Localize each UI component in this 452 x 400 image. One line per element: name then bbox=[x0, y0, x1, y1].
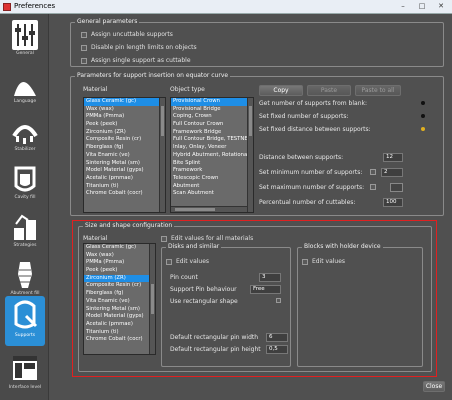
option-uncuttable-label: Assign uncuttable supports bbox=[91, 31, 173, 38]
object-type-item[interactable]: Scan Abutment bbox=[171, 190, 253, 198]
copy-button[interactable]: Copy bbox=[259, 85, 303, 96]
object-type-item[interactable]: Abutment bbox=[171, 183, 253, 191]
abutment-fill-icon bbox=[18, 262, 32, 288]
radio-from-blank[interactable] bbox=[421, 101, 425, 105]
equator-material-item[interactable]: Fiberglass (fg) bbox=[84, 144, 165, 152]
max-supports-label: Set maximum number of supports: bbox=[259, 184, 365, 191]
sidebar-item-strategies[interactable]: Strategies bbox=[5, 210, 45, 256]
sidebar-label-language: Language bbox=[13, 99, 37, 104]
equator-material-item[interactable]: Acetalic (pmmae) bbox=[84, 175, 165, 183]
object-type-item[interactable]: Bite Splint bbox=[171, 160, 253, 168]
paste-button[interactable]: Paste bbox=[307, 85, 351, 96]
equator-material-item[interactable]: Titanium (ti) bbox=[84, 183, 165, 191]
object-type-item[interactable]: Hybrid Abutment, Rotational bbox=[171, 152, 253, 160]
paste-to-all-button[interactable]: Paste to all bbox=[355, 85, 401, 96]
option-single-cuttable[interactable]: Assign single support as cuttable bbox=[81, 57, 191, 64]
sidebar-item-stabilizer[interactable]: Stabilizer bbox=[5, 114, 45, 160]
checkbox-disable-pin-length[interactable] bbox=[81, 44, 87, 51]
sliders-icon bbox=[12, 20, 38, 50]
supports-icon bbox=[14, 300, 38, 329]
option-disable-pin-length[interactable]: Disable pin length limits on objects bbox=[81, 44, 197, 51]
equator-material-item[interactable]: Vita Enamic (ve) bbox=[84, 152, 165, 160]
equator-material-label: Material bbox=[83, 86, 108, 93]
sidebar-item-interface-level[interactable]: Interface level bbox=[5, 352, 45, 398]
option-single-cuttable-label: Assign single support as cuttable bbox=[91, 57, 191, 64]
max-supports-input[interactable] bbox=[390, 183, 403, 192]
close-button[interactable]: Close bbox=[423, 381, 445, 392]
title-bar: Preferences – □ ✕ bbox=[0, 0, 452, 14]
checkbox-uncuttable[interactable] bbox=[81, 31, 87, 38]
close-window-button[interactable]: ✕ bbox=[433, 1, 449, 12]
equator-material-item[interactable]: Model Material (gyps) bbox=[84, 167, 165, 175]
option-disable-pin-length-label: Disable pin length limits on objects bbox=[91, 44, 197, 51]
general-parameters-title: General parameters bbox=[75, 18, 140, 25]
equator-material-item[interactable]: Composite Resin (cr) bbox=[84, 136, 165, 144]
object-type-item[interactable]: Coping, Crown bbox=[171, 113, 253, 121]
object-type-item[interactable]: Framework bbox=[171, 167, 253, 175]
percent-cuttables-label: Percentual number of cuttables: bbox=[259, 199, 356, 206]
option-uncuttable-supports[interactable]: Assign uncuttable supports bbox=[81, 31, 173, 38]
object-type-item[interactable]: Provisional Bridge bbox=[171, 106, 253, 114]
sidebar-item-cavity-fill[interactable]: Cavity fill bbox=[5, 162, 45, 208]
equator-parameters-title: Parameters for support insertion on equa… bbox=[75, 72, 231, 79]
strategies-icon bbox=[14, 214, 36, 240]
min-supports-input[interactable]: 2 bbox=[381, 168, 403, 177]
opt-fixed-distance-label: Set fixed distance between supports: bbox=[259, 126, 371, 133]
equator-material-item[interactable]: Peek (peek) bbox=[84, 121, 165, 129]
radio-fixed-number[interactable] bbox=[421, 114, 425, 118]
maximize-button[interactable]: □ bbox=[414, 1, 430, 12]
window-title: Preferences bbox=[14, 2, 56, 10]
sidebar-item-language[interactable]: Language bbox=[5, 66, 45, 112]
object-type-item[interactable]: Telescopic Crown bbox=[171, 175, 253, 183]
equator-material-item[interactable]: Sintering Metal (sm) bbox=[84, 160, 165, 168]
object-type-item[interactable]: Provisional Crown bbox=[171, 98, 253, 106]
sidebar: General Language Stabilizer Cavity fill … bbox=[0, 14, 49, 400]
equator-material-item[interactable]: Wax (wax) bbox=[84, 106, 165, 114]
equator-material-item[interactable]: Zirconium (ZR) bbox=[84, 129, 165, 137]
checkbox-single-cuttable[interactable] bbox=[81, 57, 87, 64]
object-type-scrollbar[interactable] bbox=[247, 98, 253, 212]
cavity-fill-icon bbox=[14, 166, 36, 192]
sidebar-label-supports: Supports bbox=[14, 333, 36, 338]
sidebar-label-general: General bbox=[16, 51, 34, 56]
interface-level-icon bbox=[13, 356, 37, 380]
equator-material-item[interactable]: PMMa (Pmma) bbox=[84, 113, 165, 121]
language-icon bbox=[14, 82, 36, 96]
opt-fixed-number-label: Set fixed number of supports: bbox=[259, 113, 349, 120]
highlight-box bbox=[72, 220, 437, 377]
radio-fixed-distance[interactable] bbox=[421, 127, 425, 131]
general-parameters-group: General parameters Assign uncuttable sup… bbox=[70, 18, 444, 67]
app-icon bbox=[3, 3, 11, 11]
min-supports-label: Set minimum number of supports: bbox=[259, 169, 363, 176]
object-type-item[interactable]: Full Contour Crown bbox=[171, 121, 253, 129]
sidebar-label-cavity-fill: Cavity fill bbox=[14, 195, 36, 200]
object-type-item[interactable]: Framework Bridge bbox=[171, 129, 253, 137]
distance-input[interactable]: 12 bbox=[383, 153, 403, 162]
sidebar-label-interface-level: Interface level bbox=[8, 385, 42, 390]
minimize-button[interactable]: – bbox=[395, 1, 411, 12]
stabilizer-icon bbox=[12, 125, 38, 144]
checkbox-min-supports[interactable] bbox=[370, 169, 376, 175]
distance-label: Distance between supports: bbox=[259, 154, 344, 161]
sidebar-item-supports[interactable]: Supports bbox=[5, 296, 45, 346]
sidebar-label-strategies: Strategies bbox=[13, 243, 37, 248]
sidebar-label-stabilizer: Stabilizer bbox=[14, 147, 36, 152]
object-type-item[interactable]: Full Contour Bridge, TESTNEW bbox=[171, 136, 253, 144]
opt-from-blank-label: Get number of supports from blank: bbox=[259, 100, 368, 107]
object-type-list[interactable]: Provisional Crown Provisional Bridge Copin… bbox=[170, 97, 254, 213]
preferences-window: Preferences – □ ✕ General Language Stabi… bbox=[0, 0, 452, 400]
equator-material-item[interactable]: Glass Ceramic (gc) bbox=[84, 98, 165, 106]
equator-material-item[interactable]: Chrome Cobalt (cocr) bbox=[84, 190, 165, 198]
equator-parameters-group: Parameters for support insertion on equa… bbox=[70, 72, 444, 216]
equator-material-scrollbar[interactable] bbox=[159, 98, 165, 212]
sidebar-item-general[interactable]: General bbox=[5, 18, 45, 64]
object-type-item[interactable]: Inlay, Onlay, Veneer bbox=[171, 144, 253, 152]
percent-cuttables-input[interactable]: 100 bbox=[383, 198, 403, 207]
equator-material-list[interactable]: Glass Ceramic (gc) Wax (wax) PMMa (Pmma) Pe… bbox=[83, 97, 166, 213]
object-type-label: Object type bbox=[170, 86, 205, 93]
checkbox-max-supports[interactable] bbox=[370, 184, 376, 190]
object-type-hscrollbar[interactable] bbox=[171, 206, 247, 212]
